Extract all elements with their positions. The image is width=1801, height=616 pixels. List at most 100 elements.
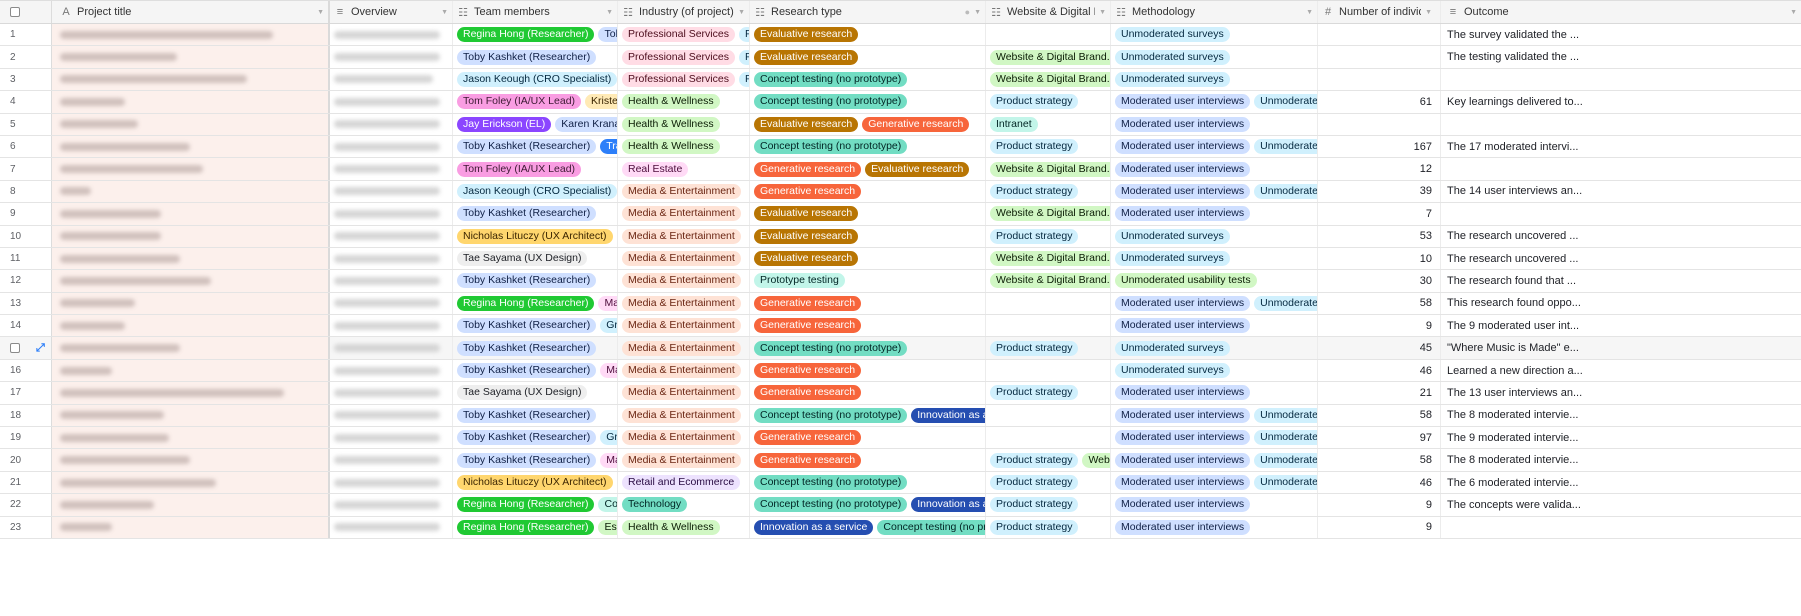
methodology-cell[interactable]: Moderated user interviewsUnmoderated su [1111, 135, 1318, 158]
overview-cell[interactable] [330, 471, 453, 494]
industry-cell[interactable]: Media & Entertainment [618, 292, 750, 315]
research-type-cell[interactable]: Evaluative research [750, 247, 986, 270]
outcome-cell[interactable]: "Where Music is Made" e... [1441, 337, 1801, 358]
overview-cell[interactable] [330, 24, 453, 46]
overview-cell[interactable] [330, 203, 453, 225]
overview-cell[interactable] [330, 516, 453, 538]
research-type-cell[interactable]: Generative research [750, 382, 986, 404]
number-of-individuals-cell[interactable]: 53 [1318, 225, 1441, 247]
column-header-team[interactable]: ☷ Team members ▼ [453, 1, 618, 23]
outcome-cell[interactable] [1441, 158, 1801, 179]
table-row[interactable]: 6Toby Kashket (Researcher)Traci PHealth … [0, 135, 1801, 159]
methodology-cell[interactable]: Unmoderated surveys [1111, 225, 1318, 247]
table-row[interactable]: 22Regina Hong (Researcher)Corey GTechnol… [0, 494, 1801, 517]
project-title-cell[interactable] [52, 68, 330, 91]
industry-cell[interactable]: Media & Entertainment [618, 180, 750, 203]
overview-cell[interactable] [330, 315, 453, 337]
team-members-cell[interactable]: Tae Sayama (UX Design) [453, 382, 618, 404]
team-members-cell[interactable]: Tae Sayama (UX Design) [453, 247, 618, 270]
research-type-cell[interactable]: Generative research [750, 180, 986, 203]
methodology-cell[interactable]: Moderated user interviews [1111, 494, 1318, 516]
overview-cell[interactable] [330, 180, 453, 203]
website-digital-cell[interactable] [986, 359, 1111, 382]
outcome-cell[interactable]: The 9 moderated intervie... [1441, 427, 1801, 448]
overview-cell[interactable] [330, 359, 453, 382]
methodology-cell[interactable]: Moderated user interviewsUnmoderated su [1111, 427, 1318, 449]
outcome-cell[interactable]: The 17 moderated intervi... [1441, 136, 1801, 157]
table-row[interactable]: 8 Jason Keough (CRO Specialist)JeiMedia &… [0, 180, 1801, 204]
outcome-cell[interactable] [1441, 517, 1801, 538]
number-of-individuals-cell[interactable]: 7 [1318, 203, 1441, 225]
research-type-cell[interactable]: Generative research [750, 292, 986, 315]
team-members-cell[interactable]: Toby Kashket (Researcher) [453, 337, 618, 359]
website-digital-cell[interactable]: Product strategyWebsite [986, 449, 1111, 471]
research-type-cell[interactable]: Concept testing (no prototype) [750, 68, 986, 91]
team-members-cell[interactable]: Jay Erickson (EL)Karen Kranack (F [453, 113, 618, 135]
outcome-cell[interactable]: The concepts were valida... [1441, 494, 1801, 515]
project-title-cell[interactable] [52, 225, 330, 247]
team-members-cell[interactable]: Nicholas Lituczy (UX Architect)Lu [453, 471, 618, 494]
chevron-down-icon[interactable]: ▼ [1306, 9, 1313, 16]
website-digital-cell[interactable]: Product strategy [986, 337, 1111, 359]
overview-cell[interactable] [330, 158, 453, 180]
website-digital-cell[interactable]: Product strategy [986, 91, 1111, 113]
outcome-cell[interactable]: The 8 moderated intervie... [1441, 405, 1801, 426]
outcome-cell[interactable] [1441, 203, 1801, 224]
research-type-cell[interactable]: Concept testing (no prototype) Innovation… [750, 404, 986, 427]
number-of-individuals-cell[interactable]: 46 [1318, 359, 1441, 382]
table-row[interactable]: 23Regina Hong (Researcher)Esmé MHealth &… [0, 516, 1801, 539]
table-row[interactable]: 14Toby Kashket (Researcher)GrahanMedia &… [0, 315, 1801, 338]
industry-cell[interactable]: Media & Entertainment [618, 315, 750, 337]
number-of-individuals-cell[interactable]: 61 [1318, 91, 1441, 113]
number-of-individuals-cell[interactable]: 39 [1318, 180, 1441, 203]
info-icon[interactable]: ● [965, 7, 970, 17]
project-title-cell[interactable] [52, 247, 330, 270]
website-digital-cell[interactable]: Product strategy [986, 516, 1111, 538]
number-of-individuals-cell[interactable]: 167 [1318, 135, 1441, 158]
industry-cell[interactable]: Health & Wellness [618, 516, 750, 538]
research-type-cell[interactable]: Concept testing (no prototype) [750, 471, 986, 494]
team-members-cell[interactable]: Toby Kashket (Researcher) [453, 46, 618, 68]
methodology-cell[interactable]: Moderated user interviews [1111, 382, 1318, 404]
project-title-cell[interactable] [52, 292, 330, 315]
research-type-cell[interactable]: Concept testing (no prototype) Innovation… [750, 494, 986, 516]
outcome-cell[interactable]: The research found that ... [1441, 270, 1801, 291]
methodology-cell[interactable]: Unmoderated surveys [1111, 359, 1318, 382]
table-row[interactable]: 20Toby Kashket (Researcher)Matt DMedia &… [0, 449, 1801, 472]
industry-cell[interactable]: Professional ServicesFina [618, 24, 750, 46]
methodology-cell[interactable]: Moderated user interviewsUnmoderated su [1111, 449, 1318, 471]
table-row[interactable]: 18 Toby Kashket (Researcher) Media & Enter… [0, 404, 1801, 428]
website-digital-cell[interactable] [986, 292, 1111, 315]
research-type-cell[interactable]: Generative research Evaluative research [750, 158, 986, 180]
website-digital-cell[interactable]: Website & Digital Brand... [986, 68, 1111, 91]
industry-cell[interactable]: Media & Entertainment [618, 382, 750, 404]
team-members-cell[interactable]: Tom Foley (IA/UX Lead)Kristen Ku [453, 91, 618, 113]
chevron-down-icon[interactable]: ▼ [974, 9, 981, 16]
project-title-cell[interactable] [52, 135, 330, 158]
team-members-cell[interactable]: Toby Kashket (Researcher)Grahan [453, 427, 618, 449]
column-header-title[interactable]: A Project title ▼ [52, 1, 330, 23]
team-members-cell[interactable]: Regina Hong (Researcher)Corey G [453, 494, 618, 516]
number-of-individuals-cell[interactable]: 9 [1318, 494, 1441, 516]
research-type-cell[interactable]: Concept testing (no prototype) [750, 337, 986, 359]
table-row[interactable]: 4Tom Foley (IA/UX Lead)Kristen KuHealth … [0, 91, 1801, 114]
number-of-individuals-cell[interactable]: 9 [1318, 315, 1441, 337]
table-row[interactable]: 11 Tae Sayama (UX Design) Media & Entertai… [0, 247, 1801, 271]
methodology-cell[interactable]: Moderated user interviewsUnmoderated su [1111, 471, 1318, 494]
number-of-individuals-cell[interactable] [1318, 46, 1441, 68]
row-checkbox[interactable] [10, 343, 20, 354]
industry-cell[interactable]: Media & Entertainment [618, 359, 750, 382]
overview-cell[interactable] [330, 225, 453, 247]
column-header-num[interactable]: # Number of individu... ▼ [1318, 1, 1441, 23]
column-header-method[interactable]: ☷ Methodology ▼ [1111, 1, 1318, 23]
team-members-cell[interactable]: Toby Kashket (Researcher)Matt D [453, 359, 618, 382]
number-of-individuals-cell[interactable]: 58 [1318, 404, 1441, 427]
research-type-cell[interactable]: Evaluative research Generative research [750, 113, 986, 135]
research-type-cell[interactable]: Generative research [750, 449, 986, 471]
methodology-cell[interactable]: Moderated user interviewsUnmoderated su [1111, 180, 1318, 203]
table-row[interactable]: 1Regina Hong (Researcher)Toby KaProfessi… [0, 24, 1801, 47]
number-of-individuals-cell[interactable]: 97 [1318, 427, 1441, 449]
chevron-down-icon[interactable]: ▼ [1099, 9, 1106, 16]
number-of-individuals-cell[interactable]: 58 [1318, 449, 1441, 471]
methodology-cell[interactable]: Unmoderated surveys [1111, 68, 1318, 91]
